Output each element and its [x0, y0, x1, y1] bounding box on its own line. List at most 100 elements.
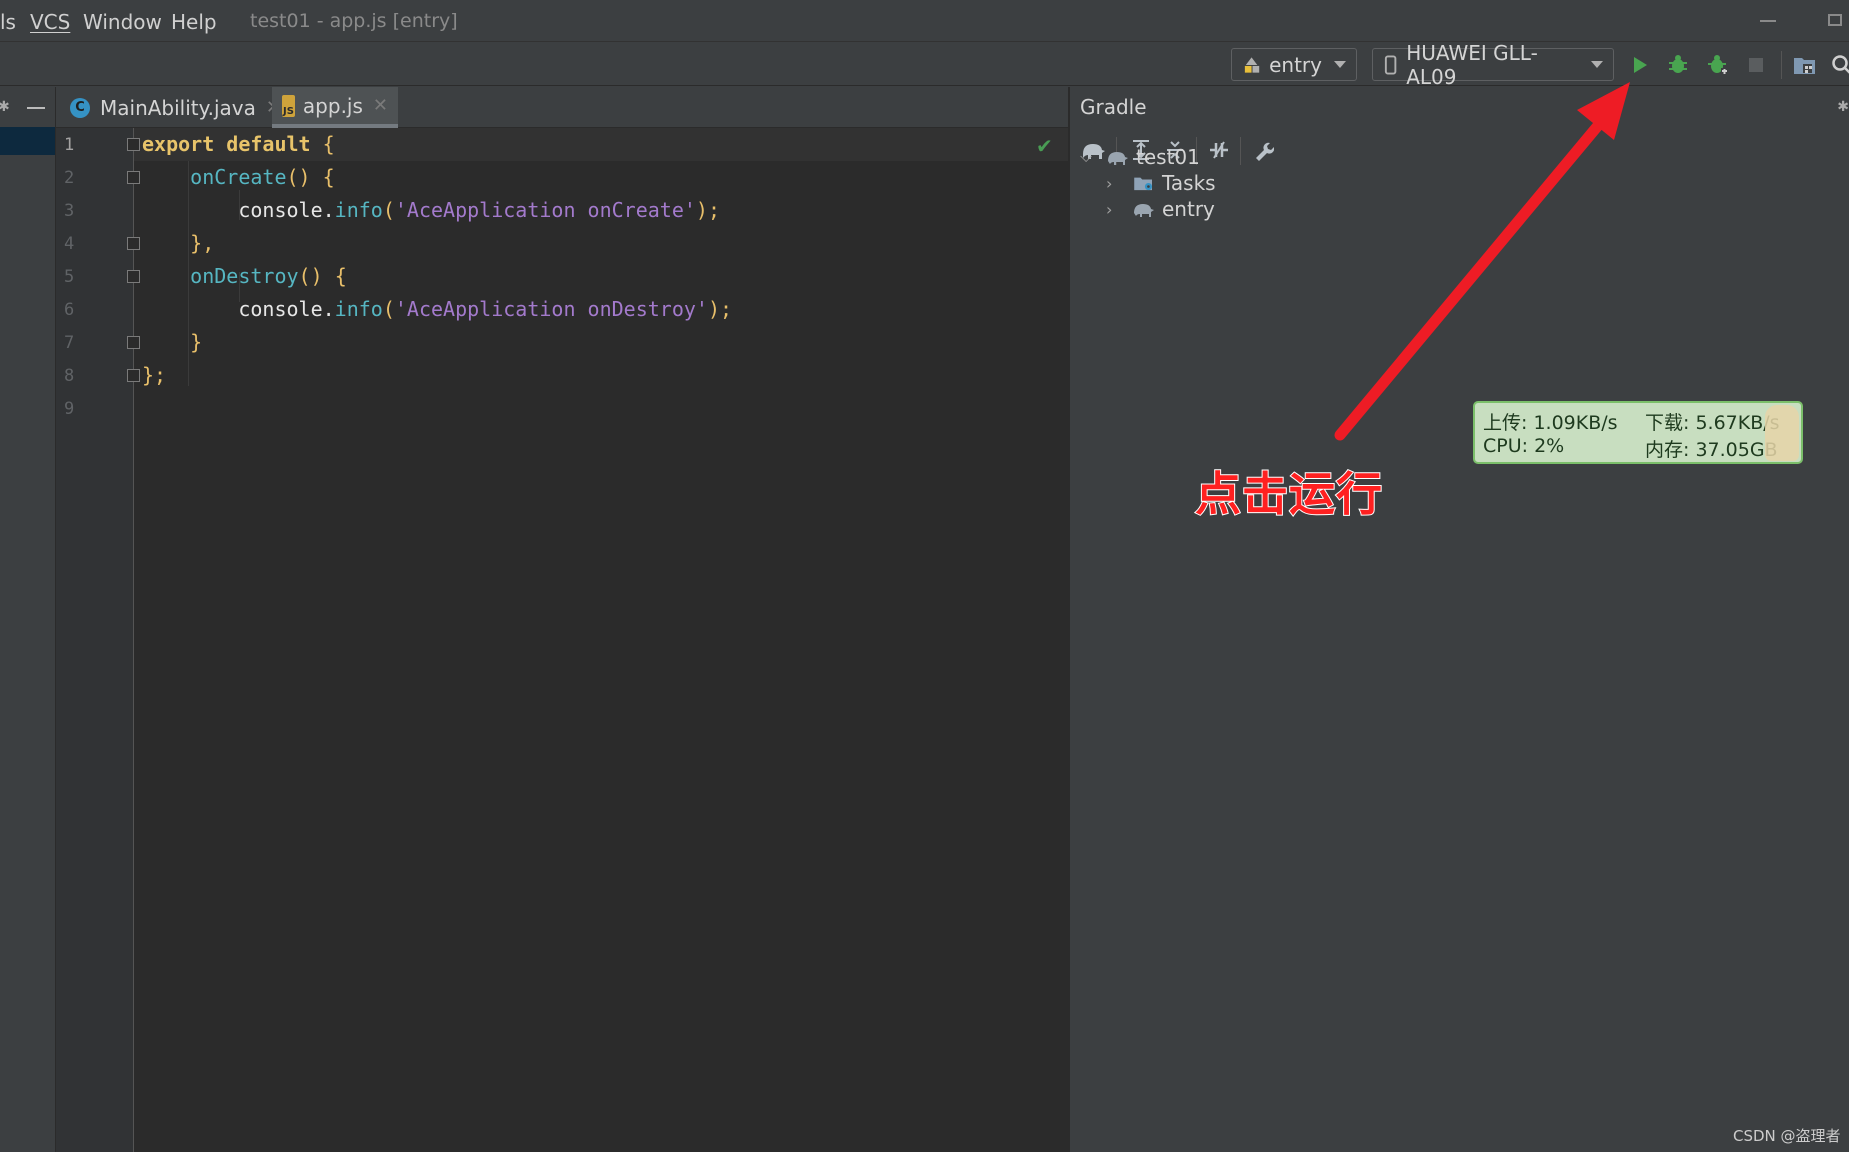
line-number: 5 — [64, 267, 75, 287]
keyword: default — [226, 132, 311, 156]
stop-button[interactable] — [1744, 53, 1768, 77]
js-file-icon: JS — [282, 94, 295, 117]
identifier: console — [238, 297, 323, 321]
module-icon — [1244, 56, 1260, 73]
project-tool-strip: ✱ — [0, 87, 56, 1152]
tab-label: app.js — [302, 93, 363, 118]
brace: { — [322, 132, 335, 156]
line-number: 7 — [64, 333, 75, 353]
brace: { — [334, 264, 347, 288]
project-structure-icon — [1794, 58, 1815, 74]
code-line-3: console.info('AceApplication onCreate'); — [142, 198, 720, 222]
brace: }; — [142, 363, 167, 387]
tab-label: MainAbility.java — [100, 95, 256, 120]
project-structure-button[interactable] — [1793, 53, 1817, 77]
watermark: CSDN @盗理者 — [1733, 1127, 1841, 1145]
tree-item-label: entry — [1162, 197, 1215, 221]
annotation-label: 点击运行 — [1194, 466, 1383, 522]
tree-item-entry[interactable]: › entry — [1106, 195, 1215, 223]
line-number: 6 — [64, 300, 75, 320]
chevron-right-icon[interactable]: › — [1106, 200, 1122, 219]
line-number: 9 — [64, 399, 75, 419]
string-literal: 'AceApplication onCreate' — [394, 198, 696, 222]
menu-window[interactable]: Window — [83, 10, 162, 34]
tab-app-js[interactable]: JS app.js ✕ — [272, 87, 398, 128]
menu-help[interactable]: Help — [171, 10, 217, 34]
download-speed: 下载: 5.67KB/s — [1645, 412, 1780, 434]
minimize-icon[interactable] — [1760, 20, 1776, 22]
gradle-elephant-icon — [1108, 152, 1128, 165]
gradle-panel: Gradle ✱ ⌵ test01 › Tasks › entry — [1070, 87, 1849, 1152]
code-editor[interactable]: 1 2 3 4 5 6 7 8 9 export default { onCre… — [56, 128, 1068, 1152]
tree-item-label: test01 — [1136, 145, 1200, 169]
check-icon[interactable]: ✔ — [1036, 134, 1053, 158]
run-icon — [1634, 57, 1647, 73]
chevron-down-icon[interactable]: ⌵ — [1080, 147, 1096, 167]
fold-marker[interactable] — [127, 270, 140, 283]
mascot-icon — [1765, 405, 1799, 461]
code-line-7: } — [142, 330, 202, 354]
gradle-elephant-icon — [1134, 204, 1154, 217]
phone-icon — [1384, 54, 1397, 75]
fold-marker[interactable] — [127, 171, 140, 184]
module-selector-label: entry — [1269, 52, 1322, 77]
tree-item-test01[interactable]: ⌵ test01 — [1080, 143, 1200, 171]
module-selector[interactable]: entry — [1231, 48, 1357, 81]
dot: . — [322, 297, 335, 321]
toggle-offline-button[interactable] — [1206, 137, 1232, 163]
memory-usage: 内存: 37.05GB — [1645, 439, 1778, 461]
function-name: onDestroy — [190, 264, 299, 288]
debug-button[interactable] — [1666, 53, 1690, 77]
code-line-1: export default { — [142, 132, 335, 156]
restore-icon[interactable] — [1828, 14, 1842, 26]
paren: ( — [382, 198, 395, 222]
brace: }, — [190, 231, 215, 255]
string-literal: 'AceApplication onDestroy' — [394, 297, 708, 321]
code-line-2: onCreate() { — [142, 165, 335, 189]
offline-mode-icon — [1210, 141, 1228, 159]
tab-mainability-java[interactable]: C MainAbility.java ✕ — [60, 87, 291, 128]
debug-icon — [1669, 55, 1687, 73]
run-button[interactable] — [1628, 53, 1652, 77]
paren: () — [298, 264, 323, 288]
chevron-down-icon — [1334, 61, 1346, 68]
fold-marker[interactable] — [127, 237, 140, 250]
identifier: console — [238, 198, 323, 222]
network-monitor-widget[interactable]: 上传: 1.09KB/s 下载: 5.67KB/s CPU: 2% 内存: 37… — [1473, 401, 1803, 464]
panel-settings-icon[interactable]: ✱ — [1837, 99, 1849, 115]
paren: ( — [382, 297, 395, 321]
hide-panel-icon[interactable] — [27, 107, 45, 109]
close-icon[interactable]: ✕ — [373, 95, 388, 116]
attach-debugger-button[interactable] — [1706, 53, 1730, 77]
tree-item-tasks[interactable]: › Tasks — [1106, 169, 1216, 197]
tree-item-label: Tasks — [1162, 171, 1216, 195]
code-line-5: onDestroy() { — [142, 264, 347, 288]
method-name: info — [334, 198, 383, 222]
code-line-8: }; — [142, 363, 166, 387]
main-toolbar: entry HUAWEI GLL-AL09 — [0, 41, 1849, 89]
brace: } — [190, 330, 203, 354]
keyword: export — [142, 132, 215, 156]
class-icon: C — [70, 97, 90, 118]
fold-marker[interactable] — [127, 336, 140, 349]
chevron-right-icon[interactable]: › — [1106, 174, 1122, 193]
settings-icon[interactable]: ✱ — [0, 99, 10, 115]
wrench-icon — [1256, 142, 1274, 161]
gradle-settings-button[interactable] — [1250, 137, 1276, 163]
gradle-title: Gradle — [1080, 95, 1147, 119]
selected-project-item[interactable] — [0, 127, 55, 155]
search-button[interactable] — [1830, 53, 1849, 77]
menu-tools[interactable]: ls — [0, 10, 16, 34]
fold-marker[interactable] — [127, 138, 140, 151]
line-number: 3 — [64, 201, 75, 221]
fold-marker[interactable] — [127, 369, 140, 382]
paren: ); — [695, 198, 721, 222]
menu-vcs[interactable]: VCS — [30, 10, 70, 34]
window-title: test01 - app.js [entry] — [250, 10, 458, 32]
line-number: 1 — [64, 135, 75, 155]
device-selector[interactable]: HUAWEI GLL-AL09 — [1372, 41, 1614, 89]
paren: () — [286, 165, 311, 189]
code-line-4: }, — [142, 231, 214, 255]
line-number: 8 — [64, 366, 75, 386]
cpu-usage: CPU: 2% — [1483, 435, 1565, 457]
